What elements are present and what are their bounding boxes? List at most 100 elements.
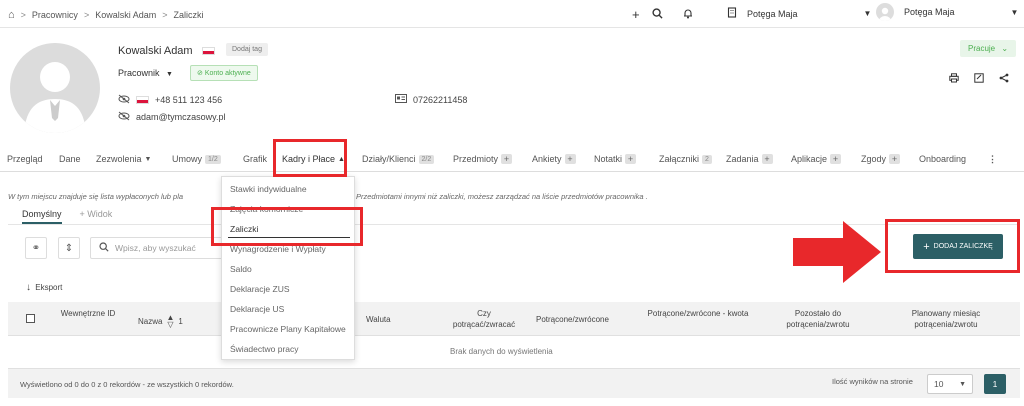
plus-icon[interactable]: + (501, 154, 513, 164)
col-deduct[interactable]: Czy potrącać/zwracać (446, 308, 522, 330)
eye-off-icon[interactable] (118, 111, 130, 123)
page-size-label: Ilość wyników na stronie (832, 377, 913, 386)
tab-label: Zgody (861, 154, 887, 164)
col-planned-month[interactable]: Planowany miesiąc potrącenia/zwrotu (888, 308, 1004, 330)
company-selector[interactable]: Potęga Maja ▼ (727, 7, 871, 20)
breadcrumb-item[interactable]: Pracownicy (32, 10, 78, 20)
plus-icon[interactable]: + (625, 154, 637, 164)
tab-umowy[interactable]: Umowy 1/2 (172, 154, 221, 164)
menu-item-zus[interactable]: Deklaracje ZUS (230, 284, 290, 294)
tab-aplikacje[interactable]: Aplikacje + (791, 154, 842, 164)
col-name[interactable]: Nazwa ▲ ▽ 1 (138, 314, 183, 329)
flag-pl-icon (136, 96, 149, 104)
role-label: Pracownik (118, 68, 160, 78)
chevron-down-icon: ⌄ (1001, 44, 1009, 53)
tab-przeglad[interactable]: Przegląd (7, 154, 43, 164)
records-summary: Wyświetlono od 0 do 0 z 0 rekordów - ze … (20, 380, 234, 389)
top-bar: ⌂ > Pracownicy > Kowalski Adam > Zaliczk… (0, 0, 1024, 28)
plus-icon[interactable]: + (761, 154, 773, 164)
profile-actions (949, 73, 1009, 85)
kadry-dropdown-menu: Stawki indywidualne Zajęcia komornicze Z… (221, 176, 355, 360)
menu-item-ppk[interactable]: Pracownicze Plany Kapitałowe (230, 324, 346, 334)
breadcrumb-item[interactable]: Kowalski Adam (95, 10, 156, 20)
breadcrumb-item: Zaliczki (173, 10, 204, 20)
role-selector[interactable]: Pracownik ▼ (118, 68, 173, 78)
tab-grafik[interactable]: Grafik (243, 154, 267, 164)
plus-icon[interactable]: + (632, 7, 640, 22)
top-actions: + (632, 7, 693, 22)
tab-label: Załączniki (659, 154, 700, 164)
tab-ankiety[interactable]: Ankiety + (532, 154, 576, 164)
col-deducted[interactable]: Potrącone/zwrócone (536, 314, 609, 325)
tab-label: Onboarding (919, 154, 967, 164)
search-placeholder: Wpisz, aby wyszukać (115, 243, 196, 253)
menu-item-swiadectwo[interactable]: Świadectwo pracy (230, 344, 299, 354)
view-default[interactable]: Domyślny (22, 209, 62, 224)
print-icon[interactable] (949, 73, 959, 85)
col-name-label: Nazwa (138, 316, 163, 326)
tab-zalaczniki[interactable]: Załączniki 2 (659, 154, 712, 164)
column-settings-button[interactable]: ⚭ (25, 237, 47, 259)
col-internal-id[interactable]: Wewnętrzne ID (60, 308, 116, 319)
sort-button[interactable]: ⇕ (58, 237, 80, 259)
caret-down-icon: ▼ (166, 71, 173, 78)
tab-zadania[interactable]: Zadania + (726, 154, 773, 164)
tab-label: Zadania (726, 154, 759, 164)
add-advance-button[interactable]: + DODAJ ZALICZKĘ (913, 234, 1003, 259)
user-menu[interactable]: Potęga Maja ▼ (876, 3, 1018, 21)
highlight-box-menu-item (211, 207, 363, 246)
eye-off-icon[interactable] (118, 94, 130, 106)
breadcrumb-separator: > (20, 10, 26, 20)
id-number-row: 07262211458 (395, 94, 467, 105)
page-button[interactable]: 1 (984, 374, 1006, 394)
tab-label: Umowy (172, 154, 203, 164)
count-badge: 1/2 (205, 154, 221, 164)
user-name: Potęga Maja (904, 7, 955, 17)
plus-icon: + (923, 240, 930, 253)
tab-dzialy-klienci[interactable]: Działy/Klienci 2/2 (362, 154, 435, 164)
tab-label: Ankiety (532, 154, 562, 164)
phone-number: +48 511 123 456 (155, 95, 223, 105)
plus-icon[interactable]: + (564, 154, 576, 164)
breadcrumb: ⌂ > Pracownicy > Kowalski Adam > Zaliczk… (8, 9, 204, 21)
empty-table-message: Brak danych do wyświetlenia (450, 347, 553, 356)
home-icon[interactable]: ⌂ (8, 9, 15, 21)
red-arrow-icon (793, 221, 881, 283)
caret-down-icon: ▼ (863, 9, 872, 18)
col-deducted-amount[interactable]: Potrącone/zwrócone - kwota (646, 308, 750, 319)
building-icon (727, 7, 737, 20)
search-icon[interactable] (652, 8, 663, 21)
more-vertical-icon[interactable]: ⋮ (988, 154, 997, 165)
tab-zgody[interactable]: Zgody + (861, 154, 901, 164)
bell-icon[interactable] (683, 8, 693, 21)
phone-row: +48 511 123 456 (118, 94, 222, 106)
add-view-button[interactable]: + Widok (80, 209, 113, 224)
menu-item-stawki[interactable]: Stawki indywidualne (230, 184, 307, 194)
page-size-select[interactable]: 10 ▼ (927, 374, 973, 394)
account-status-badge: ⊘ Konto aktywne (190, 65, 258, 81)
col-currency[interactable]: Waluta (366, 314, 391, 325)
count-badge: 2/2 (418, 154, 435, 164)
download-icon: ↓ (26, 282, 31, 293)
edit-icon[interactable] (974, 73, 984, 85)
col-remaining[interactable]: Pozostało do potrącenia/zwrotu (768, 308, 868, 330)
info-text-left: W tym miejscu znajduje się lista wypłaco… (8, 192, 184, 201)
flag-pl-icon (201, 47, 215, 56)
add-tag-button[interactable]: Dodaj tag (226, 43, 268, 56)
menu-item-saldo[interactable]: Saldo (230, 264, 252, 274)
tab-dane[interactable]: Dane (59, 154, 81, 164)
tab-onboarding[interactable]: Onboarding (919, 154, 966, 164)
search-icon (99, 242, 109, 254)
plus-icon[interactable]: + (830, 154, 842, 164)
tab-przedmioty[interactable]: Przedmioty + (453, 154, 513, 164)
menu-item-us[interactable]: Deklaracje US (230, 304, 284, 314)
share-icon[interactable] (999, 73, 1009, 85)
export-button[interactable]: ↓ Eksport (26, 282, 62, 293)
email-address: adam@tymczasowy.pl (136, 112, 226, 122)
work-status-dropdown[interactable]: Pracuje ⌄ (960, 40, 1017, 57)
search-input[interactable]: Wpisz, aby wyszukać (90, 237, 225, 259)
select-all-checkbox[interactable] (26, 314, 35, 323)
plus-icon[interactable]: + (889, 154, 901, 164)
tab-notatki[interactable]: Notatki + (594, 154, 637, 164)
tab-zezwolenia[interactable]: Zezwolenia ▼ (96, 154, 151, 164)
